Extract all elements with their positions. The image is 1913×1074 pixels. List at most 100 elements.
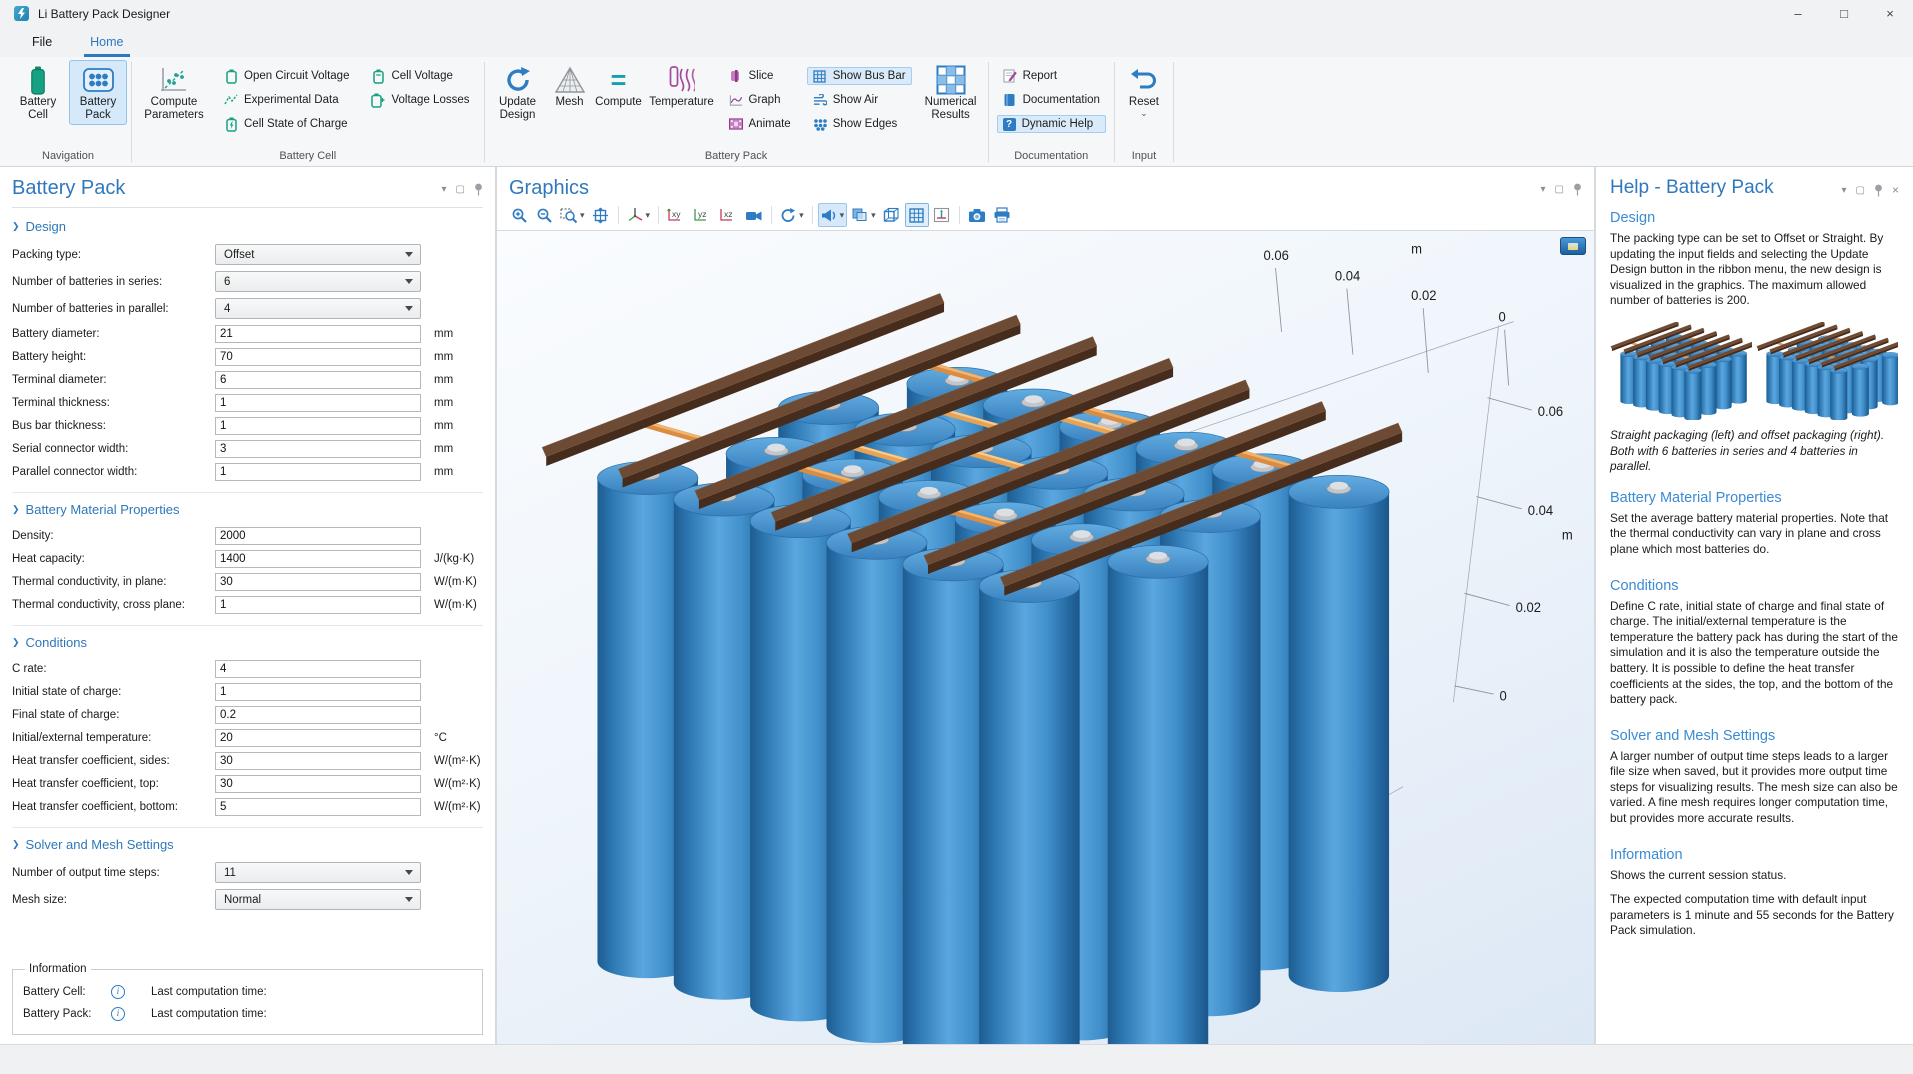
show-bus-bar-toggle[interactable]: Show Bus Bar xyxy=(807,67,912,85)
view-xz-button[interactable]: xz xyxy=(716,203,741,227)
compute-parameters-button[interactable]: Compute Parameters xyxy=(136,60,212,125)
output-time-steps-select[interactable]: 11 xyxy=(215,862,421,883)
mesh-label: Mesh xyxy=(555,96,583,109)
section-conditions[interactable]: ❯Conditions xyxy=(12,635,483,650)
ribbon-group-navigation: Battery Cell Battery Pack Navigation xyxy=(8,57,128,166)
ribbon-separator xyxy=(131,62,132,162)
voltage-losses-button[interactable]: Voltage Losses xyxy=(365,91,475,109)
cell-voltage-button[interactable]: Cell Voltage xyxy=(365,67,475,85)
grid-button[interactable] xyxy=(905,203,929,227)
collapse-chevron-icon: ❯ xyxy=(12,839,20,850)
field-final-soc: Final state of charge: xyxy=(12,703,483,726)
reset-button[interactable]: Reset ⌄ xyxy=(1119,60,1169,120)
packing-type-select[interactable]: Offset xyxy=(215,244,421,265)
documentation-button[interactable]: Documentation xyxy=(997,91,1106,109)
terminal-thickness-input[interactable] xyxy=(215,394,421,412)
report-button[interactable]: Report xyxy=(997,67,1106,85)
mesh-size-select[interactable]: Normal xyxy=(215,889,421,910)
rotate-button[interactable]: ▾ xyxy=(777,203,807,227)
reset-dropdown-chevron[interactable]: ⌄ xyxy=(1140,109,1148,117)
close-button[interactable]: × xyxy=(1867,0,1913,27)
panel-detach-icon[interactable]: ▢ xyxy=(456,184,465,195)
section-design[interactable]: ❯Design xyxy=(12,219,483,234)
view-xy-button[interactable]: xy xyxy=(664,203,689,227)
minimize-button[interactable]: – xyxy=(1775,0,1821,27)
animate-button[interactable]: Animate xyxy=(723,115,797,133)
temperature-button[interactable]: Temperature xyxy=(647,60,717,112)
final-soc-input[interactable] xyxy=(215,706,421,724)
battery-diameter-input[interactable] xyxy=(215,325,421,343)
panel-detach-icon[interactable]: ▢ xyxy=(1856,185,1865,196)
density-input[interactable] xyxy=(215,527,421,545)
battery-pack-button[interactable]: Battery Pack xyxy=(69,60,127,125)
scene-light-button[interactable]: ▾ xyxy=(818,203,848,227)
show-air-toggle[interactable]: Show Air xyxy=(807,91,912,109)
panel-chevron-icon[interactable]: ▾ xyxy=(442,184,447,195)
initial-soc-input[interactable] xyxy=(215,683,421,701)
section-material[interactable]: ❯Battery Material Properties xyxy=(12,502,483,517)
view-yz-button[interactable]: yz xyxy=(690,203,715,227)
section-solver[interactable]: ❯Solver and Mesh Settings xyxy=(12,837,483,852)
dynamic-help-toggle[interactable]: ? Dynamic Help xyxy=(997,115,1106,133)
compute-icon: = xyxy=(611,64,627,96)
bus-bar-thickness-input[interactable] xyxy=(215,417,421,435)
c-rate-input[interactable] xyxy=(215,660,421,678)
series-select[interactable]: 6 xyxy=(215,271,421,292)
cell-state-of-charge-button[interactable]: Cell State of Charge xyxy=(218,115,355,133)
axis-tick-label: 0.06 xyxy=(1538,404,1563,419)
tab-home[interactable]: Home xyxy=(84,27,129,57)
graphics-toolbar: ▾ ▾ xy yz xz ▾ ▾ ▾ xyxy=(497,200,1594,231)
parallel-select[interactable]: 4 xyxy=(215,298,421,319)
view-switch-button[interactable] xyxy=(1560,237,1586,255)
maximize-button[interactable]: □ xyxy=(1821,0,1867,27)
documentation-label: Documentation xyxy=(1023,94,1100,106)
panel-pin-icon[interactable] xyxy=(1874,184,1883,197)
battery-cell-button[interactable]: Battery Cell xyxy=(9,60,67,125)
default-view-button[interactable]: ▾ xyxy=(624,203,654,227)
panel-pin-icon[interactable] xyxy=(1573,183,1582,196)
update-design-button[interactable]: Update Design xyxy=(489,60,547,125)
htc-bottom-input[interactable] xyxy=(215,798,421,816)
field-bus-bar-thickness: Bus bar thickness: mm xyxy=(12,414,483,437)
panel-close-icon[interactable]: × xyxy=(1892,183,1899,197)
initial-temperature-input[interactable] xyxy=(215,729,421,747)
battery-pack-3d-view[interactable]: 0.06 0.04 m 0.02 0 0.06 0.04 m 0.02 0 0.… xyxy=(497,231,1594,1044)
graph-button[interactable]: Graph xyxy=(723,91,797,109)
panel-detach-icon[interactable]: ▢ xyxy=(1555,184,1564,195)
zoom-out-button[interactable] xyxy=(532,203,556,227)
htc-sides-input[interactable] xyxy=(215,752,421,770)
battery-height-input[interactable] xyxy=(215,348,421,366)
open-circuit-voltage-button[interactable]: Open Circuit Voltage xyxy=(218,67,355,85)
compute-button[interactable]: = Compute xyxy=(593,60,645,112)
serial-connector-width-input[interactable] xyxy=(215,440,421,458)
numerical-results-button[interactable]: Numerical Results xyxy=(918,60,984,125)
zoom-extents-button[interactable] xyxy=(589,203,613,227)
conductivity-cross-plane-input[interactable] xyxy=(215,596,421,614)
htc-top-input[interactable] xyxy=(215,775,421,793)
heat-capacity-input[interactable] xyxy=(215,550,421,568)
zoom-in-button[interactable] xyxy=(507,203,531,227)
info-icon[interactable]: i xyxy=(111,1007,125,1021)
experimental-data-button[interactable]: Experimental Data xyxy=(218,91,355,109)
panel-chevron-icon[interactable]: ▾ xyxy=(1842,185,1847,196)
slice-button[interactable]: Slice xyxy=(723,67,797,85)
help-paragraph: A larger number of output time steps lea… xyxy=(1610,749,1899,827)
help-heading-information: Information xyxy=(1610,847,1899,863)
axes-button[interactable] xyxy=(930,203,954,227)
tab-file[interactable]: File xyxy=(26,27,58,57)
graphics-canvas[interactable]: 0.06 0.04 m 0.02 0 0.06 0.04 m 0.02 0 0.… xyxy=(497,231,1594,1044)
transparency-button[interactable]: ▾ xyxy=(848,203,879,227)
camera-view-button[interactable] xyxy=(742,203,766,227)
snapshot-button[interactable] xyxy=(965,203,989,227)
zoom-box-button[interactable]: ▾ xyxy=(557,203,588,227)
panel-pin-icon[interactable] xyxy=(474,183,483,196)
conductivity-in-plane-input[interactable] xyxy=(215,573,421,591)
info-icon[interactable]: i xyxy=(111,985,125,999)
terminal-diameter-input[interactable] xyxy=(215,371,421,389)
show-edges-toggle[interactable]: Show Edges xyxy=(807,115,912,133)
panel-chevron-icon[interactable]: ▾ xyxy=(1541,184,1546,195)
perspective-button[interactable] xyxy=(880,203,904,227)
mesh-button[interactable]: Mesh xyxy=(549,60,591,112)
parallel-connector-width-input[interactable] xyxy=(215,463,421,481)
print-button[interactable] xyxy=(990,203,1014,227)
